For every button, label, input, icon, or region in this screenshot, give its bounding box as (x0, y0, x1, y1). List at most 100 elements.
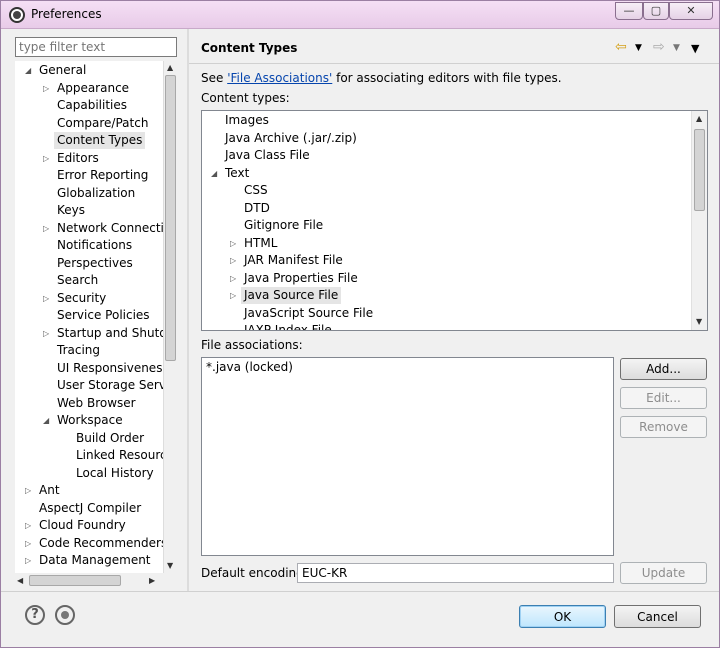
content-type-label: Gitignore File (244, 218, 324, 232)
eclipse-icon (9, 7, 25, 23)
collapsed-icon[interactable]: ▷ (43, 325, 49, 342)
scroll-up-icon[interactable]: ▲ (696, 114, 702, 123)
forward-icon[interactable]: ⇨ (653, 39, 665, 55)
scroll-right-icon[interactable]: ▶ (149, 576, 155, 585)
scroll-thumb[interactable] (694, 129, 705, 211)
content-type-label: HTML (244, 235, 278, 250)
collapsed-icon[interactable]: ▷ (43, 80, 49, 97)
tree-item-label: Appearance (57, 80, 130, 95)
scroll-thumb[interactable] (165, 75, 176, 361)
content-type-label: Java Properties File (244, 270, 358, 285)
title-separator (189, 63, 719, 64)
scroll-left-icon[interactable]: ◀ (17, 576, 23, 585)
close-button[interactable]: ✕ (669, 2, 713, 20)
collapsed-icon[interactable]: ▷ (230, 287, 236, 304)
file-associations-link[interactable]: 'File Associations' (227, 71, 332, 85)
collapsed-icon[interactable]: ▷ (230, 235, 236, 252)
collapsed-icon[interactable]: ▷ (25, 482, 31, 499)
association-item[interactable]: *.java (locked) (206, 359, 293, 376)
filter-input[interactable] (15, 37, 177, 57)
tree-item-label: Service Policies (57, 308, 150, 322)
back-icon[interactable]: ⇦ (615, 39, 627, 55)
scroll-down-icon[interactable]: ▼ (167, 561, 173, 570)
tree-item-label: UI Responsiveness M (57, 360, 177, 375)
forward-menu-icon[interactable]: ▼ (673, 43, 680, 53)
content-type-label: DTD (244, 200, 270, 215)
content-types-scrollbar[interactable]: ▲ ▼ (691, 111, 707, 330)
tree-item-label: Code Recommenders (39, 535, 168, 550)
tree-item-label: Linked Resource (76, 448, 174, 462)
content-type-label: JAXP Index File (244, 323, 332, 331)
panel-divider[interactable] (187, 29, 189, 591)
minimize-button[interactable]: — (615, 2, 643, 20)
tree-vertical-scrollbar[interactable]: ▲ ▼ (163, 61, 177, 573)
tree-item-label: Local History (76, 465, 154, 480)
expanded-icon[interactable]: ◢ (211, 165, 217, 182)
add-button[interactable]: Add... (620, 358, 707, 380)
preferences-window: Preferences — ▢ ✕ ◢ General ▷ Appearance Cap… (0, 0, 720, 648)
bottom-separator (1, 591, 719, 592)
content-type-label: Java Source File (241, 287, 342, 304)
collapsed-icon[interactable]: ▷ (25, 535, 31, 552)
title-bar: Preferences — ▢ ✕ (1, 1, 719, 29)
view-menu-icon[interactable]: ▼ (691, 42, 699, 55)
tree-item-label: Web Browser (57, 395, 136, 410)
tree-item-label: Security (57, 290, 107, 305)
tree-item-label: Compare/Patch (57, 115, 149, 130)
cancel-button[interactable]: Cancel (614, 605, 701, 628)
content-type-label: JAR Manifest File (244, 253, 343, 267)
content-types-tree[interactable]: Images Java Archive (.jar/.zip) Java Class… (201, 110, 708, 331)
content-type-label: Java Class File (225, 148, 310, 162)
collapsed-icon[interactable]: ▷ (230, 252, 236, 269)
tree-item-label: Tracing (57, 343, 101, 357)
collapsed-icon[interactable]: ▷ (230, 270, 236, 287)
file-associations-list[interactable]: *.java (locked) (201, 357, 614, 556)
hint-suffix: for associating editors with file types. (332, 71, 562, 85)
tree-item-label: Build Order (76, 430, 145, 445)
tree-item-label: Startup and Shutdo (57, 325, 175, 340)
record-icon[interactable] (55, 605, 75, 625)
collapsed-icon[interactable]: ▷ (25, 517, 31, 534)
update-button[interactable]: Update (620, 562, 707, 584)
page-title: Content Types (201, 41, 298, 55)
tree-item-label: Keys (57, 203, 86, 217)
tree-item-label: Error Reporting (57, 168, 149, 182)
scroll-up-icon[interactable]: ▲ (167, 63, 173, 72)
default-encoding-label: Default encoding: (201, 566, 308, 580)
tree-item-label: Notifications (57, 238, 133, 252)
tree-item-label: Workspace (57, 413, 123, 427)
tree-item-label: User Storage Service (57, 378, 177, 392)
tree-item-label: Data Management (39, 553, 151, 567)
tree-item-label: Capabilities (57, 98, 127, 112)
default-encoding-input[interactable] (297, 563, 614, 583)
expanded-icon[interactable]: ◢ (25, 62, 31, 79)
expanded-icon[interactable]: ◢ (43, 412, 49, 429)
collapsed-icon[interactable]: ▷ (25, 552, 31, 569)
scroll-thumb-h[interactable] (29, 575, 121, 586)
back-menu-icon[interactable]: ▼ (635, 43, 642, 53)
tree-item-label: Editors (57, 150, 99, 165)
remove-button[interactable]: Remove (620, 416, 707, 438)
content-type-label: Images (225, 113, 269, 127)
scroll-down-icon[interactable]: ▼ (696, 317, 702, 326)
hint-prefix: See (201, 71, 228, 85)
edit-button[interactable]: Edit... (620, 387, 707, 409)
maximize-button[interactable]: ▢ (643, 2, 669, 20)
collapsed-icon[interactable]: ▷ (43, 220, 49, 237)
tree-horizontal-scrollbar[interactable]: ◀ ▶ (15, 573, 177, 589)
tree-item-label: Network Connection (57, 220, 177, 235)
tree-item-label: Search (57, 273, 99, 287)
content-type-label: JavaScript Source File (244, 305, 374, 320)
content-type-label: Java Archive (.jar/.zip) (225, 130, 357, 145)
preferences-tree[interactable]: ◢ General ▷ Appearance Capabilities Compare/P… (15, 61, 177, 589)
tree-item-label: AspectJ Compiler (39, 500, 142, 515)
content-type-label: CSS (244, 183, 268, 197)
tree-item-label: Cloud Foundry (39, 518, 126, 532)
tree-item-label: General (39, 63, 87, 77)
collapsed-icon[interactable]: ▷ (43, 290, 49, 307)
window-title: Preferences (31, 7, 102, 21)
tree-item-label: Content Types (54, 132, 146, 149)
collapsed-icon[interactable]: ▷ (43, 150, 49, 167)
ok-button[interactable]: OK (519, 605, 606, 628)
help-icon[interactable]: ? (25, 605, 45, 625)
